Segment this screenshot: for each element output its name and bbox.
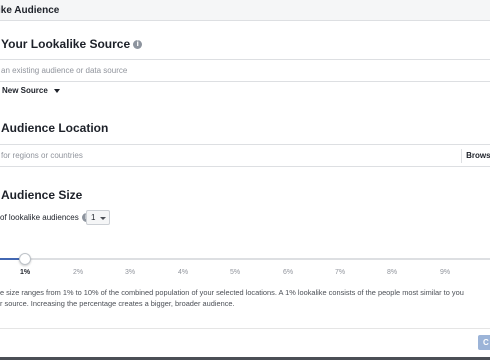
caret-down-icon xyxy=(53,88,60,93)
slider-tick-2: 2% xyxy=(72,269,84,276)
lookalike-count-text: of lookalike audiences xyxy=(0,213,79,222)
browse-button[interactable]: Browse xyxy=(461,149,490,163)
dialog-title: ike Audience xyxy=(0,5,60,16)
location-section-title: Audience Location xyxy=(1,121,109,135)
source-input-placeholder: an existing audience or data source xyxy=(1,66,128,75)
chevron-down-icon xyxy=(100,217,106,220)
help-line-1: e size ranges from 1% to 10% of the comb… xyxy=(0,288,464,297)
audience-size-help-text: e size ranges from 1% to 10% of the comb… xyxy=(0,287,490,309)
lookalike-count-value: 1 xyxy=(91,213,96,222)
slider-tick-3: 3% xyxy=(124,269,136,276)
slider-tick-7: 7% xyxy=(334,269,346,276)
size-section-title: Audience Size xyxy=(1,188,83,202)
slider-tick-6: 6% xyxy=(282,269,294,276)
footer-divider xyxy=(0,328,490,329)
location-input-placeholder: for regions or countries xyxy=(1,151,83,160)
audience-size-slider-track[interactable] xyxy=(0,258,490,260)
info-icon[interactable]: i xyxy=(133,40,143,50)
help-line-2: r source. Increasing the percentage crea… xyxy=(0,299,235,308)
create-audience-button[interactable]: C xyxy=(478,335,490,350)
lookalike-count-select[interactable]: 1 xyxy=(86,210,110,225)
slider-tick-8: 8% xyxy=(386,269,398,276)
slider-tick-9: 9% xyxy=(439,269,451,276)
source-title-text: Your Lookalike Source xyxy=(1,37,131,51)
new-source-dropdown[interactable]: New Source xyxy=(2,86,60,95)
new-source-label: New Source xyxy=(2,86,48,95)
dialog-header: ike Audience xyxy=(0,0,490,21)
audience-size-slider-handle[interactable] xyxy=(19,253,31,265)
slider-tick-5: 5% xyxy=(229,269,241,276)
lookalike-count-label: of lookalike audiencesi xyxy=(0,213,91,223)
slider-tick-1: 1% xyxy=(19,269,31,276)
source-section-title: Your Lookalike Source i xyxy=(1,37,143,51)
slider-tick-4: 4% xyxy=(177,269,189,276)
source-input[interactable]: an existing audience or data source xyxy=(0,59,490,82)
location-search-input[interactable]: for regions or countries Browse xyxy=(0,144,490,167)
